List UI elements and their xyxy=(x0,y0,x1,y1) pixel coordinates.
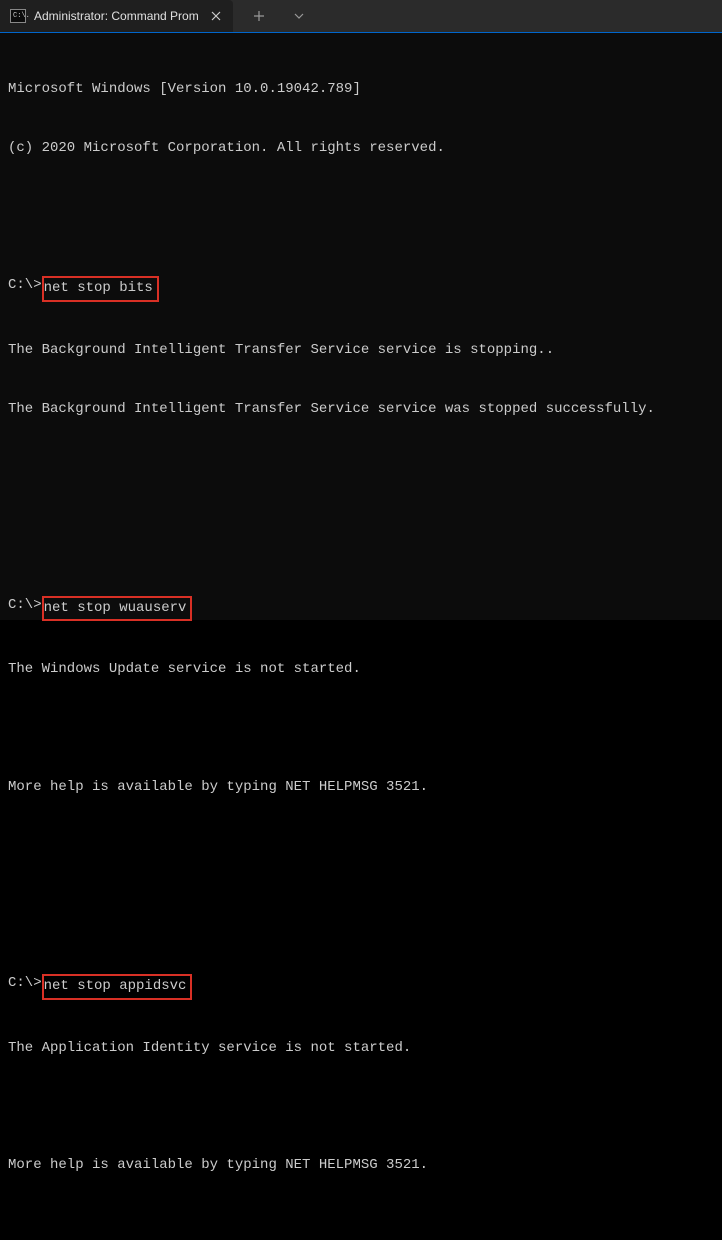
title-bar-buttons xyxy=(233,0,317,32)
output-line: The Background Intelligent Transfer Serv… xyxy=(8,400,718,420)
title-bar: C:\. Administrator: Command Prom xyxy=(0,0,722,32)
cmd-icon: C:\. xyxy=(10,9,26,23)
output-line: The Application Identity service is not … xyxy=(8,1039,718,1059)
output-line: More help is available by typing NET HEL… xyxy=(8,778,718,798)
output-line: More help is available by typing NET HEL… xyxy=(8,1156,718,1176)
command-highlight: net stop appidsvc xyxy=(42,974,193,1000)
prompt: C:\> xyxy=(8,276,42,296)
command-highlight: net stop wuauserv xyxy=(42,596,193,622)
command-line: C:\>net stop bits xyxy=(8,276,718,302)
dropdown-button[interactable] xyxy=(281,0,317,32)
command-line: C:\>net stop appidsvc xyxy=(8,974,718,1000)
command-highlight: net stop bits xyxy=(42,276,159,302)
terminal-tab[interactable]: C:\. Administrator: Command Prom xyxy=(0,0,233,32)
terminal-output[interactable]: Microsoft Windows [Version 10.0.19042.78… xyxy=(0,32,722,620)
command-line: C:\>net stop wuauserv xyxy=(8,596,718,622)
output-line: The Background Intelligent Transfer Serv… xyxy=(8,341,718,361)
tab-title: Administrator: Command Prom xyxy=(34,9,199,23)
close-tab-button[interactable] xyxy=(207,7,225,25)
prompt: C:\> xyxy=(8,974,42,994)
prompt: C:\> xyxy=(8,596,42,616)
copyright-line: (c) 2020 Microsoft Corporation. All righ… xyxy=(8,139,718,159)
output-line: The Windows Update service is not starte… xyxy=(8,660,718,680)
version-line: Microsoft Windows [Version 10.0.19042.78… xyxy=(8,80,718,100)
new-tab-button[interactable] xyxy=(241,0,277,32)
